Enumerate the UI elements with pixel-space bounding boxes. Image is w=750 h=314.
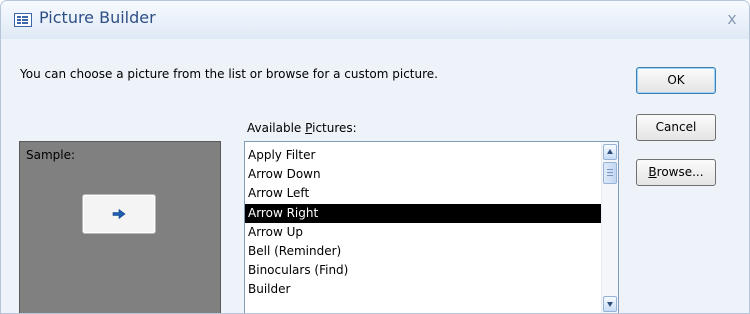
close-button[interactable]: x	[721, 9, 743, 29]
cancel-button[interactable]: Cancel	[636, 114, 716, 141]
list-item[interactable]: Binoculars (Find)	[245, 261, 602, 280]
instruction-text: You can choose a picture from the list o…	[20, 67, 438, 81]
sample-label: Sample:	[26, 148, 76, 162]
sample-panel: Sample:	[19, 141, 221, 313]
window-title: Picture Builder	[39, 8, 156, 27]
list-item[interactable]: Apply Filter	[245, 146, 602, 165]
list-item[interactable]: Arrow Up	[245, 223, 602, 242]
scroll-up-arrow-icon[interactable]	[603, 144, 617, 160]
scroll-down-arrow-icon[interactable]	[603, 296, 617, 312]
available-pictures-label: Available Pictures:	[247, 121, 357, 135]
picture-builder-dialog: Picture Builder x You can choose a pictu…	[0, 0, 750, 314]
arrow-right-icon	[112, 209, 126, 219]
form-icon	[14, 13, 32, 27]
dialog-body: You can choose a picture from the list o…	[1, 39, 749, 313]
browse-button[interactable]: Browse...	[636, 159, 716, 186]
scroll-thumb[interactable]	[603, 162, 617, 184]
title-bar[interactable]: Picture Builder x	[1, 1, 749, 39]
sample-preview-button	[82, 194, 156, 234]
pictures-list: Apply Filter Arrow Down Arrow Left Arrow Ri…	[245, 146, 602, 300]
list-item[interactable]: Bell (Reminder)	[245, 242, 602, 261]
list-item[interactable]: Arrow Right	[245, 203, 602, 223]
vertical-scrollbar[interactable]	[601, 142, 618, 313]
ok-button[interactable]: OK	[636, 67, 716, 94]
list-item[interactable]: Arrow Left	[245, 184, 602, 203]
available-pictures-listbox[interactable]: Apply Filter Arrow Down Arrow Left Arrow Ri…	[244, 141, 619, 313]
list-item[interactable]: Builder	[245, 280, 602, 299]
list-item[interactable]: Arrow Down	[245, 165, 602, 184]
